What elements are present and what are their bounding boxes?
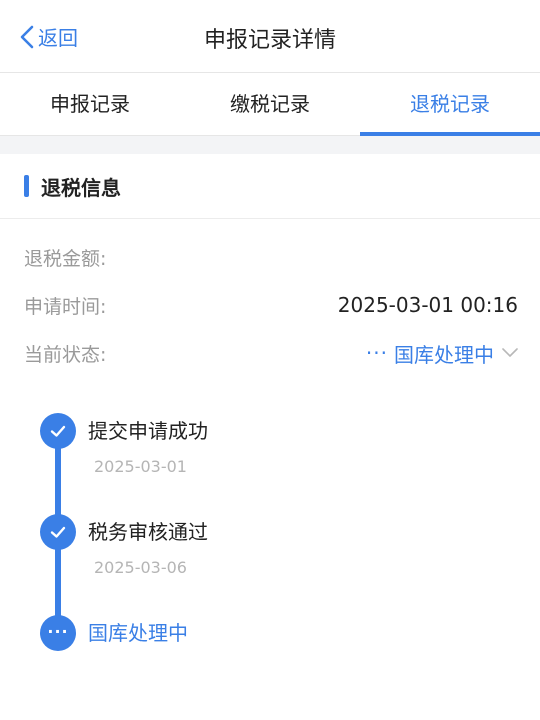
- refund-info: 退税金额: 申请时间: 2025-03-01 00:16 当前状态: ··· 国…: [0, 233, 540, 377]
- timeline-step-date: 2025-03-01: [94, 457, 187, 476]
- timeline-step: ··· 国库处理中: [40, 615, 540, 716]
- page-title: 申报记录详情: [203, 28, 336, 53]
- timeline-step-title: 国库处理中: [88, 621, 188, 645]
- nav-bar: 返回 申报记录详情: [0, 0, 540, 73]
- apply-time-label: 申请时间:: [24, 295, 107, 318]
- check-icon: [40, 514, 76, 550]
- tab-tax-refund-records[interactable]: 退税记录: [360, 73, 540, 136]
- refund-amount-row: 退税金额:: [24, 233, 518, 281]
- tab-bar: 申报记录 缴税记录 退税记录: [0, 73, 540, 136]
- check-icon: [40, 413, 76, 449]
- timeline-step-title: 税务审核通过: [88, 520, 208, 544]
- apply-time-value: 2025-03-01 00:16: [337, 293, 518, 317]
- timeline-step-date: 2025-03-06: [94, 558, 187, 577]
- progress-timeline: 提交申请成功 2025-03-01 税务审核通过 2025-03-06 ··· …: [0, 413, 540, 716]
- current-status-label: 当前状态:: [24, 343, 107, 366]
- apply-time-row: 申请时间: 2025-03-01 00:16: [24, 281, 518, 329]
- more-dots-icon: ···: [365, 341, 388, 365]
- timeline-step: 税务审核通过 2025-03-06: [40, 514, 540, 615]
- section-title: 退税信息: [41, 175, 121, 200]
- section-header: 退税信息: [0, 154, 540, 219]
- current-status-toggle[interactable]: ··· 国库处理中: [366, 339, 518, 368]
- current-status-value: 国库处理中: [394, 342, 494, 367]
- tab-tax-payment-records[interactable]: 缴税记录: [180, 73, 360, 135]
- timeline-step: 提交申请成功 2025-03-01: [40, 413, 540, 514]
- dots-glyph: ···: [47, 621, 69, 641]
- tab-declaration-records[interactable]: 申报记录: [0, 73, 180, 135]
- chevron-down-icon: [502, 348, 518, 357]
- section-accent-bar: [24, 175, 29, 197]
- in-progress-dots-icon: ···: [40, 615, 76, 651]
- timeline-step-title: 提交申请成功: [88, 419, 208, 443]
- current-status-row: 当前状态: ··· 国库处理中: [24, 329, 518, 377]
- section-gap: [0, 136, 540, 154]
- refund-amount-label: 退税金额:: [24, 247, 107, 270]
